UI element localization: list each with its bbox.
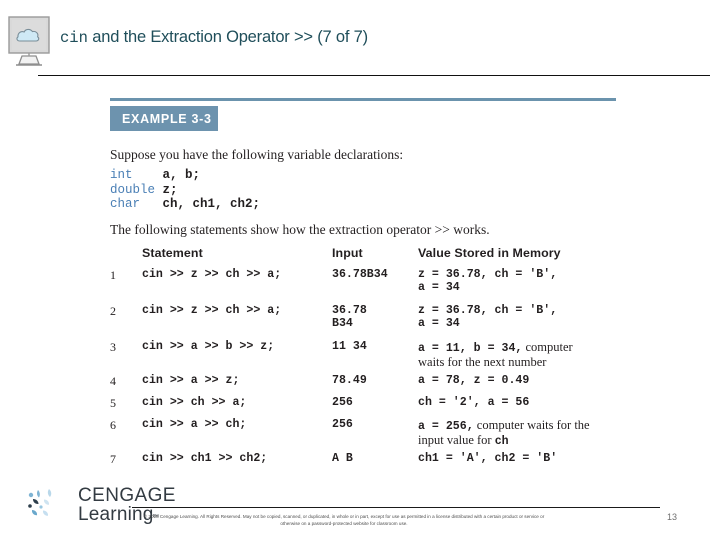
- table-row: 7 cin >> ch1 >> ch2; A B ch1 = 'A', ch2 …: [110, 452, 640, 474]
- code-rest-0: a, b;: [132, 168, 201, 182]
- row-number: 1: [110, 268, 116, 282]
- row-value-line2: ch: [494, 435, 509, 448]
- row-value: a = 78, z = 0.49: [418, 374, 640, 387]
- row-number: 3: [110, 340, 116, 354]
- table-row: 5 cin >> ch >> a; 256 ch = '2', a = 56: [110, 396, 640, 418]
- row-value-line2: a = 34: [418, 281, 460, 294]
- example-badge: EXAMPLE 3-3: [110, 106, 218, 131]
- row-number: 5: [110, 396, 116, 410]
- row-input-line1: 78.49: [332, 374, 367, 387]
- row-value-line1: a = 11, b = 34,: [418, 342, 523, 355]
- variable-declarations-code: int a, b; double z; char ch, ch1, ch2;: [110, 168, 260, 212]
- row-value-line1: a = 256,: [418, 420, 474, 433]
- column-header-statement: Statement: [142, 246, 203, 260]
- row-input: A B: [332, 452, 420, 465]
- code-keyword-int: int: [110, 168, 133, 182]
- row-value-line1: z = 36.78, ch = 'B',: [418, 268, 558, 281]
- row-statement: cin >> a >> ch;: [142, 418, 247, 431]
- code-keyword-double: double: [110, 182, 156, 197]
- row-value-line1: z = 36.78, ch = 'B',: [418, 304, 558, 317]
- row-value-line2-note: input value for: [418, 433, 495, 447]
- example-follow-text: The following statements show how the ex…: [110, 222, 490, 237]
- row-input-line1: 11 34: [332, 340, 367, 353]
- row-value-line2-note: waits for the next number: [418, 355, 547, 369]
- row-statement: cin >> z >> ch >> a;: [142, 268, 282, 281]
- page-number: 13: [667, 512, 678, 522]
- row-statement: cin >> ch >> a;: [142, 396, 247, 409]
- row-value-line1: ch1 = 'A', ch2 = 'B': [418, 452, 558, 465]
- row-input: 36.78B34: [332, 304, 420, 330]
- row-value: a = 11, b = 34, computer waits for the ne…: [418, 340, 640, 370]
- row-number: 6: [110, 418, 116, 432]
- slide-footer: CENGAGE Learning ™ © 2018 Cengage Learni…: [0, 478, 720, 540]
- table-row: 4 cin >> a >> z; 78.49 a = 78, z = 0.49: [110, 374, 640, 396]
- row-input: 78.49: [332, 374, 420, 387]
- example-top-rule: [110, 98, 616, 101]
- table-row: 2 cin >> z >> ch >> a; 36.78 B34 z = 36.7…: [110, 304, 640, 340]
- row-value: z = 36.78, ch = 'B', a = 34: [418, 268, 640, 294]
- code-keyword-char: char: [110, 197, 141, 212]
- page-title: cin and the Extraction Operator >> (7 of…: [60, 28, 368, 47]
- row-number: 2: [110, 304, 116, 318]
- row-statement: cin >> a >> z;: [142, 374, 240, 387]
- row-input-line2: B34: [332, 317, 353, 330]
- row-value-line1-note: computer waits for the: [473, 418, 590, 432]
- row-input-line1: 36.78B34: [332, 268, 388, 281]
- row-input: 256: [332, 396, 420, 409]
- row-input-line1: 36.78: [332, 304, 367, 317]
- row-input-line1: 256: [332, 418, 353, 431]
- row-input: 256: [332, 418, 420, 431]
- slide-header: cin and the Extraction Operator >> (7 of…: [0, 0, 720, 78]
- row-statement: cin >> z >> ch >> a;: [142, 304, 282, 317]
- page-title-code: cin: [60, 29, 88, 47]
- table-row: 6 cin >> a >> ch; 256 a = 256, computer …: [110, 418, 640, 452]
- row-input: 36.78B34: [332, 268, 420, 281]
- code-rest-1: z;: [155, 182, 178, 197]
- row-value-line1: a = 78, z = 0.49: [418, 374, 530, 387]
- copyright-notice: © 2018 Cengage Learning. All Rights Rese…: [143, 514, 545, 526]
- table-row: 1 cin >> z >> ch >> a; 36.78B34 z = 36.7…: [110, 268, 640, 304]
- column-header-value: Value Stored in Memory: [418, 246, 561, 260]
- row-number: 7: [110, 452, 116, 466]
- header-divider: [38, 75, 710, 77]
- computer-monitor-cloud-icon: [8, 16, 56, 68]
- column-header-input: Input: [332, 246, 363, 260]
- table-row: 3 cin >> a >> b >> z; 11 34 a = 11, b = …: [110, 340, 640, 374]
- row-value: z = 36.78, ch = 'B', a = 34: [418, 304, 640, 330]
- table-header-row: Statement Input Value Stored in Memory: [110, 246, 640, 268]
- extraction-examples-table: Statement Input Value Stored in Memory 1…: [110, 246, 640, 474]
- row-input: 11 34: [332, 340, 420, 353]
- example-intro-text: Suppose you have the following variable …: [110, 147, 404, 162]
- row-number: 4: [110, 374, 116, 388]
- row-value-line1-note: computer: [522, 340, 573, 354]
- row-value: ch1 = 'A', ch2 = 'B': [418, 452, 640, 465]
- row-value-line2: a = 34: [418, 317, 460, 330]
- row-statement: cin >> ch1 >> ch2;: [142, 452, 268, 465]
- page-title-rest: and the Extraction Operator >> (7 of 7): [87, 28, 368, 46]
- row-input-line1: 256: [332, 396, 353, 409]
- footer-divider: [132, 507, 660, 509]
- row-statement: cin >> a >> b >> z;: [142, 340, 275, 353]
- slide-content: EXAMPLE 3-3 Suppose you have the followi…: [0, 78, 720, 478]
- row-value: a = 256, computer waits for the input val…: [418, 418, 640, 448]
- code-rest-2: ch, ch1, ch2;: [140, 197, 261, 212]
- row-value-line1: ch = '2', a = 56: [418, 396, 530, 409]
- row-value: ch = '2', a = 56: [418, 396, 640, 409]
- row-input-line1: A B: [332, 452, 353, 465]
